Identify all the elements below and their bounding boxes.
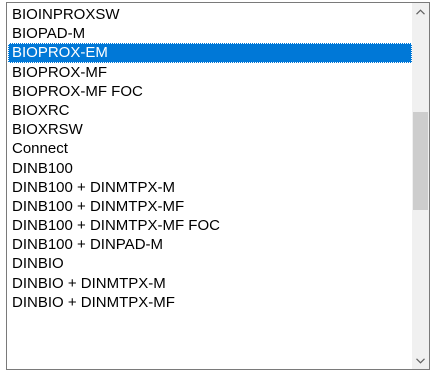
list-item[interactable]: DINB100 + DINMTPX-M: [8, 178, 412, 197]
list-item[interactable]: BIOPROX-MF FOC: [8, 82, 412, 101]
chevron-up-icon: [416, 8, 425, 15]
list-item[interactable]: DINBIO: [8, 254, 412, 273]
list-item[interactable]: DINB100: [8, 159, 412, 178]
list-item[interactable]: DINB100 + DINMTPX-MF FOC: [8, 216, 412, 235]
list-item-selected[interactable]: BIOPROX-EM: [8, 43, 412, 63]
list-item[interactable]: BIOXRSW: [8, 120, 412, 139]
list-item[interactable]: BIOINPROXSW: [8, 5, 412, 24]
scroll-down-button[interactable]: [412, 352, 429, 369]
list-item[interactable]: Connect: [8, 139, 412, 158]
vertical-scrollbar[interactable]: [412, 3, 429, 369]
scrollbar-thumb[interactable]: [413, 112, 428, 210]
list-item[interactable]: DINBIO + DINMTPX-M: [8, 274, 412, 293]
scroll-up-button[interactable]: [412, 3, 429, 20]
list-item[interactable]: BIOXRC: [8, 101, 412, 120]
list-item[interactable]: BIOPAD-M: [8, 24, 412, 43]
list-item[interactable]: DINB100 + DINPAD-M: [8, 235, 412, 254]
listbox-items: BIOINPROXSW BIOPAD-M BIOPROX-EM BIOPROX-…: [8, 5, 412, 369]
device-listbox[interactable]: BIOINPROXSW BIOPAD-M BIOPROX-EM BIOPROX-…: [6, 2, 430, 370]
list-item[interactable]: DINB100 + DINMTPX-MF: [8, 197, 412, 216]
list-item[interactable]: BIOPROX-MF: [8, 63, 412, 82]
chevron-down-icon: [416, 357, 425, 364]
list-item[interactable]: DINBIO + DINMTPX-MF: [8, 293, 412, 312]
